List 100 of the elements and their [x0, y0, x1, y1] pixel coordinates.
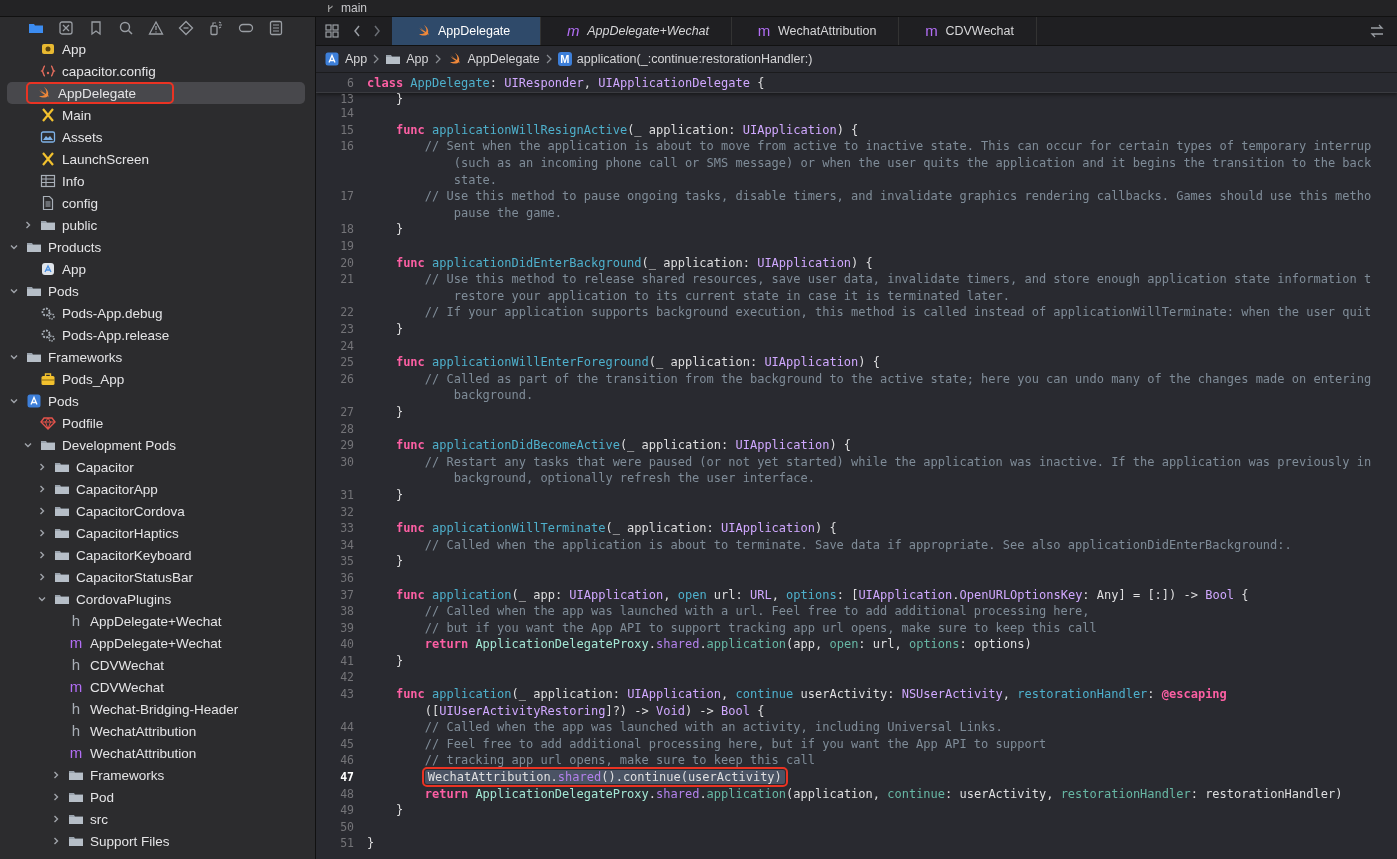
chevron-right-icon[interactable] — [51, 792, 61, 802]
toolbox-icon — [40, 371, 56, 387]
file-tree-item[interactable]: CapacitorApp — [0, 478, 305, 500]
file-tree-item[interactable]: CapacitorKeyboard — [0, 544, 305, 566]
code-line: } — [394, 405, 404, 419]
file-tree-item[interactable]: App — [0, 258, 305, 280]
file-tree-item[interactable]: Pods — [0, 280, 305, 302]
line-number: 47 — [339, 770, 355, 785]
table-icon — [40, 173, 56, 189]
chevron-right-icon[interactable] — [37, 484, 47, 494]
file-tree-item[interactable]: Capacitor — [0, 456, 305, 478]
file-tree-item[interactable]: Pod — [0, 786, 305, 808]
code-line: } — [367, 836, 375, 851]
line-number: 16 — [339, 139, 355, 154]
list-icon[interactable] — [267, 18, 285, 37]
file-tree-item[interactable]: CapacitorHaptics — [0, 522, 305, 544]
chevron-right-icon[interactable] — [37, 462, 47, 472]
file-tree-item[interactable]: Frameworks — [0, 346, 305, 368]
file-tree-item[interactable]: Pods_App — [0, 368, 305, 390]
source-file-icon: m — [68, 635, 84, 651]
editor-tab[interactable]: m WechatAttribution — [732, 17, 900, 45]
chevron-right-icon — [545, 54, 552, 64]
code-line: background. — [452, 388, 534, 403]
file-tree-item[interactable]: Pods — [0, 390, 305, 412]
project-icon — [324, 51, 340, 67]
file-tree-item[interactable]: LaunchScreen — [0, 148, 305, 170]
chevron-down-icon[interactable] — [23, 440, 33, 450]
file-tree-item[interactable]: config — [0, 192, 305, 214]
breadcrumb-item[interactable]: App — [406, 52, 429, 66]
chevron-right-icon[interactable] — [37, 572, 47, 582]
file-tree-item[interactable]: public — [0, 214, 305, 236]
branch-icon — [326, 3, 335, 13]
file-tree-item[interactable]: Frameworks — [0, 764, 305, 786]
swap-arrows-icon[interactable] — [1369, 23, 1385, 39]
file-tree-item[interactable]: m AppDelegate+Wechat — [0, 632, 305, 654]
line-number: 42 — [339, 670, 355, 685]
line-number: 30 — [339, 454, 355, 469]
file-tree-item[interactable]: capacitor.config — [0, 60, 305, 82]
code-line: } — [394, 554, 404, 569]
grid-icon[interactable] — [324, 23, 340, 39]
image-icon — [40, 129, 56, 145]
chevron-right-icon[interactable] — [37, 528, 47, 538]
line-number: 26 — [339, 371, 355, 386]
line-number: 38 — [339, 604, 355, 619]
file-tree-item[interactable]: Products — [0, 236, 305, 258]
line-number: 36 — [339, 570, 355, 585]
file-tree-item[interactable]: CapacitorCordova — [0, 500, 305, 522]
chevron-down-icon[interactable] — [9, 396, 19, 406]
line-number: 51 — [339, 836, 355, 851]
code-line: func applicationWillResignActive(_ application: UIApplication) { — [394, 122, 859, 137]
chevron-down-icon[interactable] — [9, 286, 19, 296]
header-file-icon: h — [68, 613, 84, 629]
breadcrumb-item[interactable]: App — [345, 52, 368, 66]
file-tree-item[interactable]: h Wechat-Bridging-Header — [0, 698, 305, 720]
file-tree-item[interactable]: Info — [0, 170, 305, 192]
code-line: } — [394, 92, 404, 106]
chevron-right-icon[interactable] — [37, 550, 47, 560]
file-tree-item[interactable]: Pods-App.release — [0, 324, 305, 346]
file-tree-item[interactable]: src — [0, 808, 305, 830]
code-line: func application(_ app: UIApplication, open url: URL, options: [UIApplication.OpenURLOptionsKey: Any] = [:]) -> Bool { — [394, 587, 1249, 602]
chevron-right-icon[interactable] — [37, 506, 47, 516]
chevron-down-icon[interactable] — [9, 352, 19, 362]
method-icon: M — [557, 52, 572, 66]
back-icon[interactable] — [352, 23, 362, 39]
file-tree-item[interactable]: m CDVWechat — [0, 676, 305, 698]
breadcrumb-item[interactable]: application(_:continue:restorationHandler:) — [576, 52, 813, 66]
chevron-down-icon[interactable] — [37, 594, 47, 604]
file-tree-item[interactable]: Support Files — [0, 830, 305, 852]
square-x-icon[interactable] — [57, 18, 75, 37]
file-tree-item[interactable]: Main — [0, 104, 305, 126]
file-tree-item[interactable]: CapacitorStatusBar — [0, 566, 305, 588]
code-line: (such as an incoming phone call or SMS message) or when the user quits the application and it begins the transition to the back — [452, 156, 1372, 171]
file-tree-item[interactable]: App — [0, 38, 305, 60]
editor-tab[interactable]: m CDVWechat — [899, 17, 1037, 45]
file-tree-item[interactable]: Assets — [0, 126, 305, 148]
file-tree-item[interactable]: h AppDelegate+Wechat — [0, 610, 305, 632]
file-tree-item[interactable]: CordovaPlugins — [0, 588, 305, 610]
chevron-right-icon[interactable] — [51, 770, 61, 780]
file-tree-item[interactable]: m WechatAttribution — [0, 742, 305, 764]
file-tree-item[interactable]: Development Pods — [0, 434, 305, 456]
chevron-right-icon — [373, 54, 380, 64]
file-tree-item[interactable]: Podfile — [0, 412, 305, 434]
file-tree-item[interactable]: AppDelegate — [7, 82, 305, 104]
breadcrumb-item[interactable]: AppDelegate — [467, 52, 540, 66]
file-tree-item[interactable]: h WechatAttribution — [0, 720, 305, 742]
file-tree-item[interactable]: Pods-App.debug — [0, 302, 305, 324]
editor-tab[interactable]: m AppDelegate+Wechat — [541, 17, 732, 45]
chevron-down-icon[interactable] — [9, 242, 19, 252]
chevron-right-icon[interactable] — [51, 836, 61, 846]
chevron-right-icon[interactable] — [23, 220, 33, 230]
code-line: } — [394, 487, 404, 502]
forward-icon[interactable] — [372, 23, 382, 39]
storyboard-icon — [40, 151, 56, 167]
chevron-right-icon[interactable] — [51, 814, 61, 824]
code-line: func applicationWillTerminate(_ application: UIApplication) { — [394, 521, 837, 536]
line-number: 46 — [339, 753, 355, 768]
file-tree-item[interactable]: h CDVWechat — [0, 654, 305, 676]
line-number: 21 — [339, 272, 355, 287]
editor-tab[interactable]: AppDelegate — [392, 17, 542, 45]
diamond-icon[interactable] — [177, 18, 195, 37]
